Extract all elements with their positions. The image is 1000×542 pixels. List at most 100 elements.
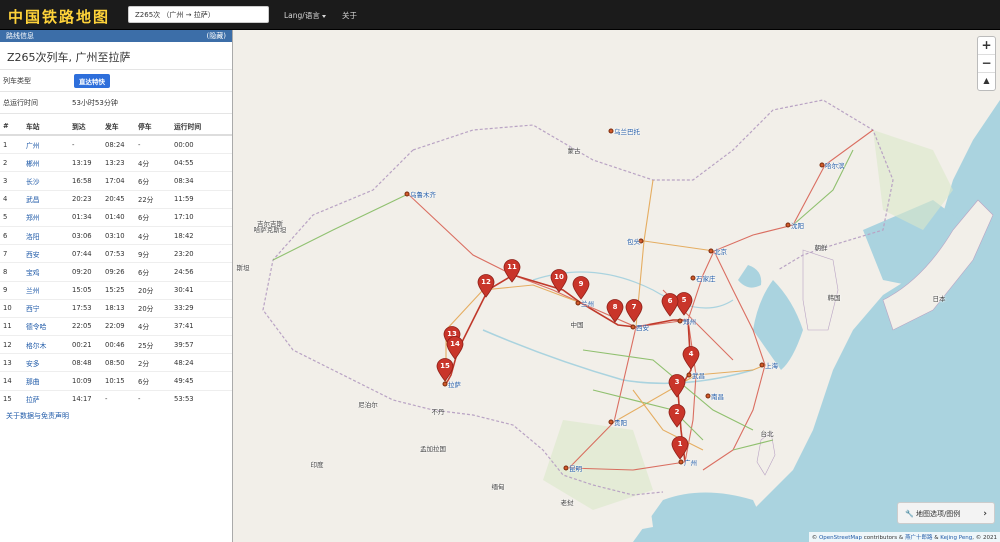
station-link[interactable]: 那曲 — [23, 371, 69, 391]
marker-number: 1 — [677, 440, 683, 448]
table-cell: 33:29 — [171, 298, 232, 318]
about-link[interactable]: 关于 — [342, 10, 357, 21]
route-marker[interactable]: 11 — [503, 259, 521, 283]
station-link[interactable]: 洛阳 — [23, 225, 69, 245]
city-dot — [690, 275, 696, 281]
station-link[interactable]: 安多 — [23, 353, 69, 372]
table-row: 7 西安 07:44 07:53 9分 23:20 — [0, 244, 232, 263]
stops-table: # 车站 到达 发车 停车 运行时间 1 广州 -08:24-00:00 2 郴州 13:… — [0, 118, 232, 408]
station-link[interactable]: 兰州 — [23, 280, 69, 300]
city-dot — [785, 222, 791, 228]
attribution-year: , © 2021 — [972, 535, 997, 541]
route-marker[interactable]: 10 — [550, 269, 568, 293]
table-cell: 08:48 — [69, 353, 102, 372]
reset-north-button[interactable]: ▲ — [978, 73, 995, 90]
table-row: 8 宝鸡 09:20 09:26 6分 24:56 — [0, 262, 232, 281]
route-marker[interactable]: 3 — [668, 374, 686, 398]
route-marker[interactable]: 6 — [661, 293, 679, 317]
city-label[interactable]: 沈阳 — [791, 220, 804, 230]
hide-panel-button[interactable]: (隐藏) — [207, 30, 226, 42]
route-marker[interactable]: 14 — [446, 336, 464, 360]
table-row: 2 郴州 13:19 13:23 4分 04:55 — [0, 153, 232, 172]
map-options-legend-button[interactable]: 🔧 地图选项/图例 › — [897, 502, 995, 524]
city-label[interactable]: 石家庄 — [696, 273, 716, 283]
route-marker[interactable]: 9 — [572, 276, 590, 300]
data-disclaimer-link[interactable]: 关于数据与免责声明 — [0, 408, 232, 424]
station-link[interactable]: 拉萨 — [23, 389, 69, 408]
station-link[interactable]: 德令哈 — [23, 316, 69, 336]
station-link[interactable]: 宝鸡 — [23, 262, 69, 281]
chevron-down-icon — [321, 14, 326, 18]
panel-header: 路线信息 (隐藏) — [0, 30, 232, 42]
table-cell: 00:00 — [171, 134, 232, 154]
city-label[interactable]: 昆明 — [569, 463, 582, 473]
zoom-out-button[interactable]: − — [978, 55, 995, 73]
city-label[interactable]: 郑州 — [683, 316, 696, 326]
attribution-separator: & — [934, 535, 939, 541]
city-label[interactable]: 西安 — [636, 322, 649, 332]
route-marker[interactable]: 2 — [668, 404, 686, 428]
site-brand[interactable]: 中国铁路地图 — [8, 6, 110, 27]
city-label[interactable]: 武昌 — [692, 370, 705, 380]
marker-number: 9 — [578, 280, 584, 288]
table-cell: 01:34 — [69, 207, 102, 227]
table-cell: 6分 — [135, 371, 171, 391]
city-label[interactable]: 南昌 — [711, 391, 724, 401]
station-link[interactable]: 格尔木 — [23, 335, 69, 354]
route-marker[interactable]: 15 — [436, 358, 454, 382]
station-link[interactable]: 西安 — [23, 244, 69, 263]
country-label: 蒙古 — [567, 147, 581, 155]
table-cell: 09:26 — [102, 262, 135, 281]
table-cell: 6分 — [135, 262, 171, 281]
route-marker[interactable]: 4 — [682, 346, 700, 370]
station-link[interactable]: 长沙 — [23, 171, 69, 191]
city-label[interactable]: 贵阳 — [614, 417, 627, 427]
station-link[interactable]: 广州 — [23, 134, 69, 154]
table-cell: 04:55 — [171, 153, 232, 172]
city-dot — [442, 381, 448, 387]
table-cell: 22:05 — [69, 316, 102, 336]
table-cell: 3 — [0, 171, 23, 191]
zoom-control: + − ▲ — [977, 36, 996, 91]
route-marker[interactable]: 8 — [606, 299, 624, 323]
table-row: 11 德令哈 22:05 22:09 4分 37:41 — [0, 316, 232, 336]
table-cell: 15:25 — [102, 280, 135, 300]
marker-number: 4 — [688, 350, 694, 358]
table-cell: 15 — [0, 389, 23, 408]
city-label[interactable]: 乌鲁木齐 — [410, 189, 436, 199]
table-row: 13 安多 08:48 08:50 2分 48:24 — [0, 353, 232, 372]
zoom-in-button[interactable]: + — [978, 37, 995, 55]
city-dot — [678, 459, 684, 465]
country-label: 老挝 — [560, 499, 574, 507]
country-label: 斯坦 — [236, 264, 250, 272]
chevron-right-icon: › — [983, 509, 987, 519]
table-cell: - — [102, 389, 135, 408]
author-link[interactable]: Kejing Peng — [940, 535, 972, 541]
city-dot — [705, 393, 711, 399]
station-link[interactable]: 郑州 — [23, 207, 69, 227]
table-cell: 22分 — [135, 189, 171, 209]
attribution-text: contributors & — [863, 535, 904, 541]
table-cell: 01:40 — [102, 207, 135, 227]
route-marker[interactable]: 1 — [671, 436, 689, 460]
station-link[interactable]: 武昌 — [23, 189, 69, 209]
table-cell: 17:53 — [69, 298, 102, 318]
railway-map[interactable]: 蒙古 哈萨克斯坦 吉尔吉斯 斯坦 朝鲜 韩国 日本 中国 尼泊尔 不丹 孟加拉国… — [233, 30, 1000, 542]
total-time-label: 总运行时间 — [3, 99, 38, 107]
osm-link[interactable]: OpenStreetMap — [819, 535, 862, 541]
city-label[interactable]: 北京 — [714, 246, 727, 256]
city-label[interactable]: 上海 — [765, 360, 778, 370]
table-cell: 9分 — [135, 244, 171, 263]
station-link[interactable]: 西宁 — [23, 298, 69, 318]
table-cell: 53:53 — [171, 389, 232, 408]
route-marker[interactable]: 7 — [625, 299, 643, 323]
route-marker[interactable]: 12 — [477, 274, 495, 298]
city-label[interactable]: 乌兰巴托 — [614, 126, 640, 136]
city-label[interactable]: 哈尔滨 — [825, 160, 845, 170]
route-info-panel: 路线信息 (隐藏) Z265次列车, 广州至拉萨 列车类型 直达特快 总运行时间… — [0, 30, 233, 542]
language-dropdown[interactable]: Lang/语言 — [284, 10, 326, 21]
city-label[interactable]: 包头 — [627, 236, 640, 246]
train-search-input[interactable]: Z265次 （广州 → 拉萨） — [128, 6, 269, 23]
station-link[interactable]: 郴州 — [23, 153, 69, 172]
rail-data-link[interactable]: 燕广十郎路 — [905, 535, 933, 541]
